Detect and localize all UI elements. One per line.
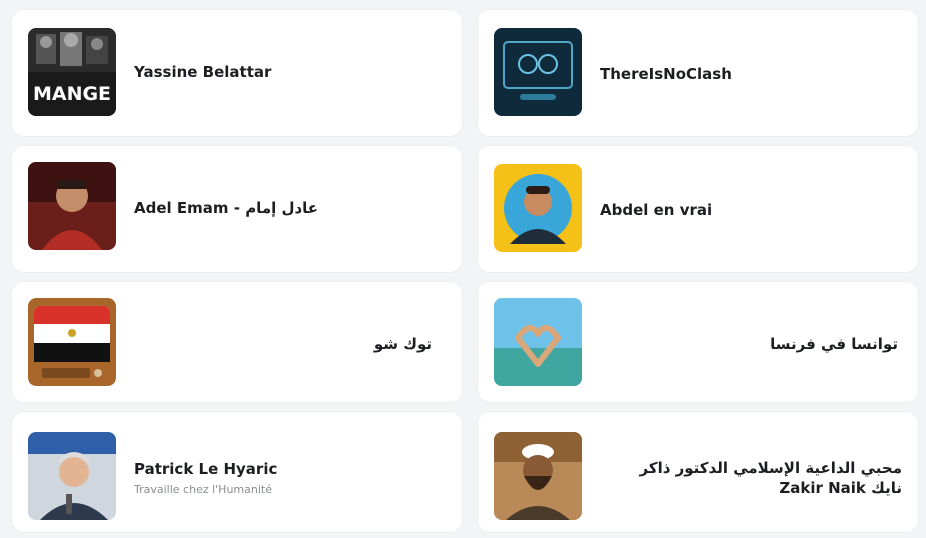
page-card-tounsa-france[interactable]: توانسا في فرنسا	[478, 282, 918, 402]
page-card-thereisnoclash[interactable]: ThereIsNoClash	[478, 10, 918, 136]
thumb-logo-text: MANGE	[33, 83, 111, 105]
page-name[interactable]: توانسا في فرنسا	[668, 334, 898, 354]
page-thumbnail[interactable]	[494, 164, 582, 252]
page-name[interactable]: ThereIsNoClash	[600, 64, 732, 84]
page-thumbnail[interactable]	[28, 432, 116, 520]
page-thumbnail[interactable]: MANGE	[28, 28, 116, 116]
page-card-yassine-belattar[interactable]: MANGE Yassine Belattar	[12, 10, 462, 136]
liked-pages-grid: MANGE Yassine Belattar ThereIsNoClash Ad…	[0, 0, 926, 538]
page-name[interactable]: Patrick Le Hyaric	[134, 459, 277, 479]
page-card-patrick-le-hyaric[interactable]: Patrick Le Hyaric Travaille chez l'Human…	[12, 412, 462, 532]
page-card-adel-emam[interactable]: Adel Emam - عادل إمام	[12, 146, 462, 272]
page-name[interactable]: Adel Emam - عادل إمام	[134, 198, 318, 218]
page-name[interactable]: توك شو	[252, 334, 432, 354]
page-card-abdel-en-vrai[interactable]: Abdel en vrai	[478, 146, 918, 272]
page-card-tok-show[interactable]: توك شو	[12, 282, 462, 402]
page-thumbnail[interactable]	[28, 298, 116, 386]
page-thumbnail[interactable]	[494, 298, 582, 386]
page-thumbnail[interactable]	[494, 28, 582, 116]
page-subtitle: Travaille chez l'Humanité	[134, 483, 272, 496]
page-name[interactable]: Abdel en vrai	[600, 200, 712, 220]
page-name[interactable]: Yassine Belattar	[134, 62, 271, 82]
page-thumbnail[interactable]	[494, 432, 582, 520]
page-thumbnail[interactable]	[28, 162, 116, 250]
page-name[interactable]: محبي الداعية الإسلامي الدكتور ذاكر نايك …	[608, 458, 902, 498]
page-card-zakir-naik[interactable]: محبي الداعية الإسلامي الدكتور ذاكر نايك …	[478, 412, 918, 532]
